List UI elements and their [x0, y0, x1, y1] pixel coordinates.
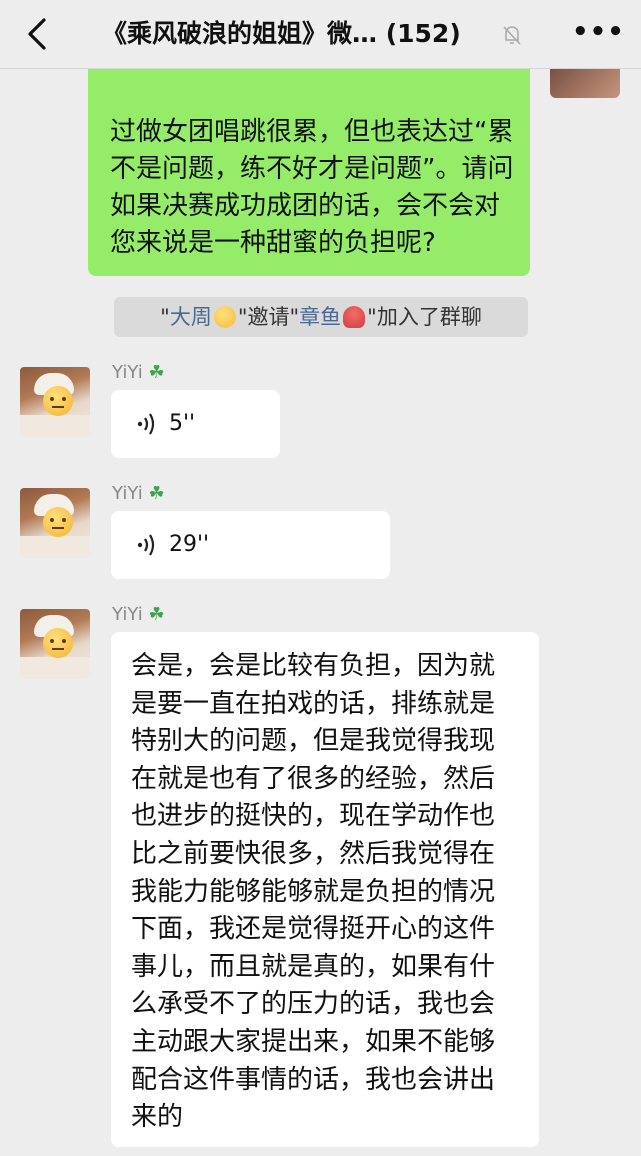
- outgoing-message-text: 过做女团唱跳很累，但也表达过“累不是问题，练不好才是问题”。请问如果决赛成功成团…: [110, 117, 514, 258]
- voice-duration: 5'': [169, 411, 196, 436]
- neutral-face-emoji-icon: [43, 386, 73, 416]
- avatar[interactable]: [20, 367, 90, 437]
- sender-name: YiYi ☘: [112, 362, 165, 383]
- neutral-face-emoji-icon: [43, 507, 73, 537]
- outgoing-message-bubble[interactable]: 过做女团唱跳很累，但也表达过“累不是问题，练不好才是问题”。请问如果决赛成功成团…: [88, 68, 530, 276]
- avatar[interactable]: [20, 488, 90, 558]
- more-icon[interactable]: •••: [572, 18, 624, 50]
- chat-header: 《乘风破浪的姐姐》微… (152) •••: [0, 0, 641, 69]
- inviter-link[interactable]: 大周: [170, 305, 212, 329]
- incoming-message-bubble[interactable]: 会是，会是比较有负担，因为就是要一直在拍戏的话，排练就是特别大的问题，但是我觉得…: [111, 632, 539, 1147]
- sender-name: YiYi ☘: [112, 483, 165, 504]
- chat-title: 《乘风破浪的姐姐》微… (152): [102, 19, 461, 48]
- octopus-emoji-icon: [343, 306, 366, 328]
- self-avatar[interactable]: [550, 68, 620, 98]
- clover-icon: ☘: [148, 362, 165, 383]
- voice-wave-icon: [137, 534, 155, 556]
- clover-icon: ☘: [148, 604, 165, 625]
- message-list[interactable]: 过做女团唱跳很累，但也表达过“累不是问题，练不好才是问题”。请问如果决赛成功成团…: [0, 68, 641, 1156]
- voice-duration: 29'': [169, 532, 210, 557]
- voice-message-bubble[interactable]: 29'': [111, 511, 390, 579]
- wink-emoji-icon: [213, 306, 236, 328]
- voice-wave-icon: [137, 413, 155, 435]
- back-arrow-icon[interactable]: [20, 16, 56, 52]
- quote-open: ": [160, 305, 170, 329]
- voice-message-bubble[interactable]: 5'': [111, 390, 280, 458]
- invitee-link[interactable]: 章鱼: [299, 305, 341, 329]
- avatar[interactable]: [20, 609, 90, 679]
- invite-text: "邀请": [237, 305, 300, 329]
- neutral-face-emoji-icon: [43, 628, 73, 658]
- incoming-message-text: 会是，会是比较有负担，因为就是要一直在拍戏的话，排练就是特别大的问题，但是我觉得…: [131, 651, 496, 1133]
- mute-bell-icon: [503, 26, 521, 45]
- clover-icon: ☘: [148, 483, 165, 504]
- sender-name: YiYi ☘: [112, 604, 165, 625]
- system-notice-join: "大周 "邀请"章鱼 "加入了群聊: [114, 297, 528, 337]
- joined-text: "加入了群聊: [367, 305, 482, 329]
